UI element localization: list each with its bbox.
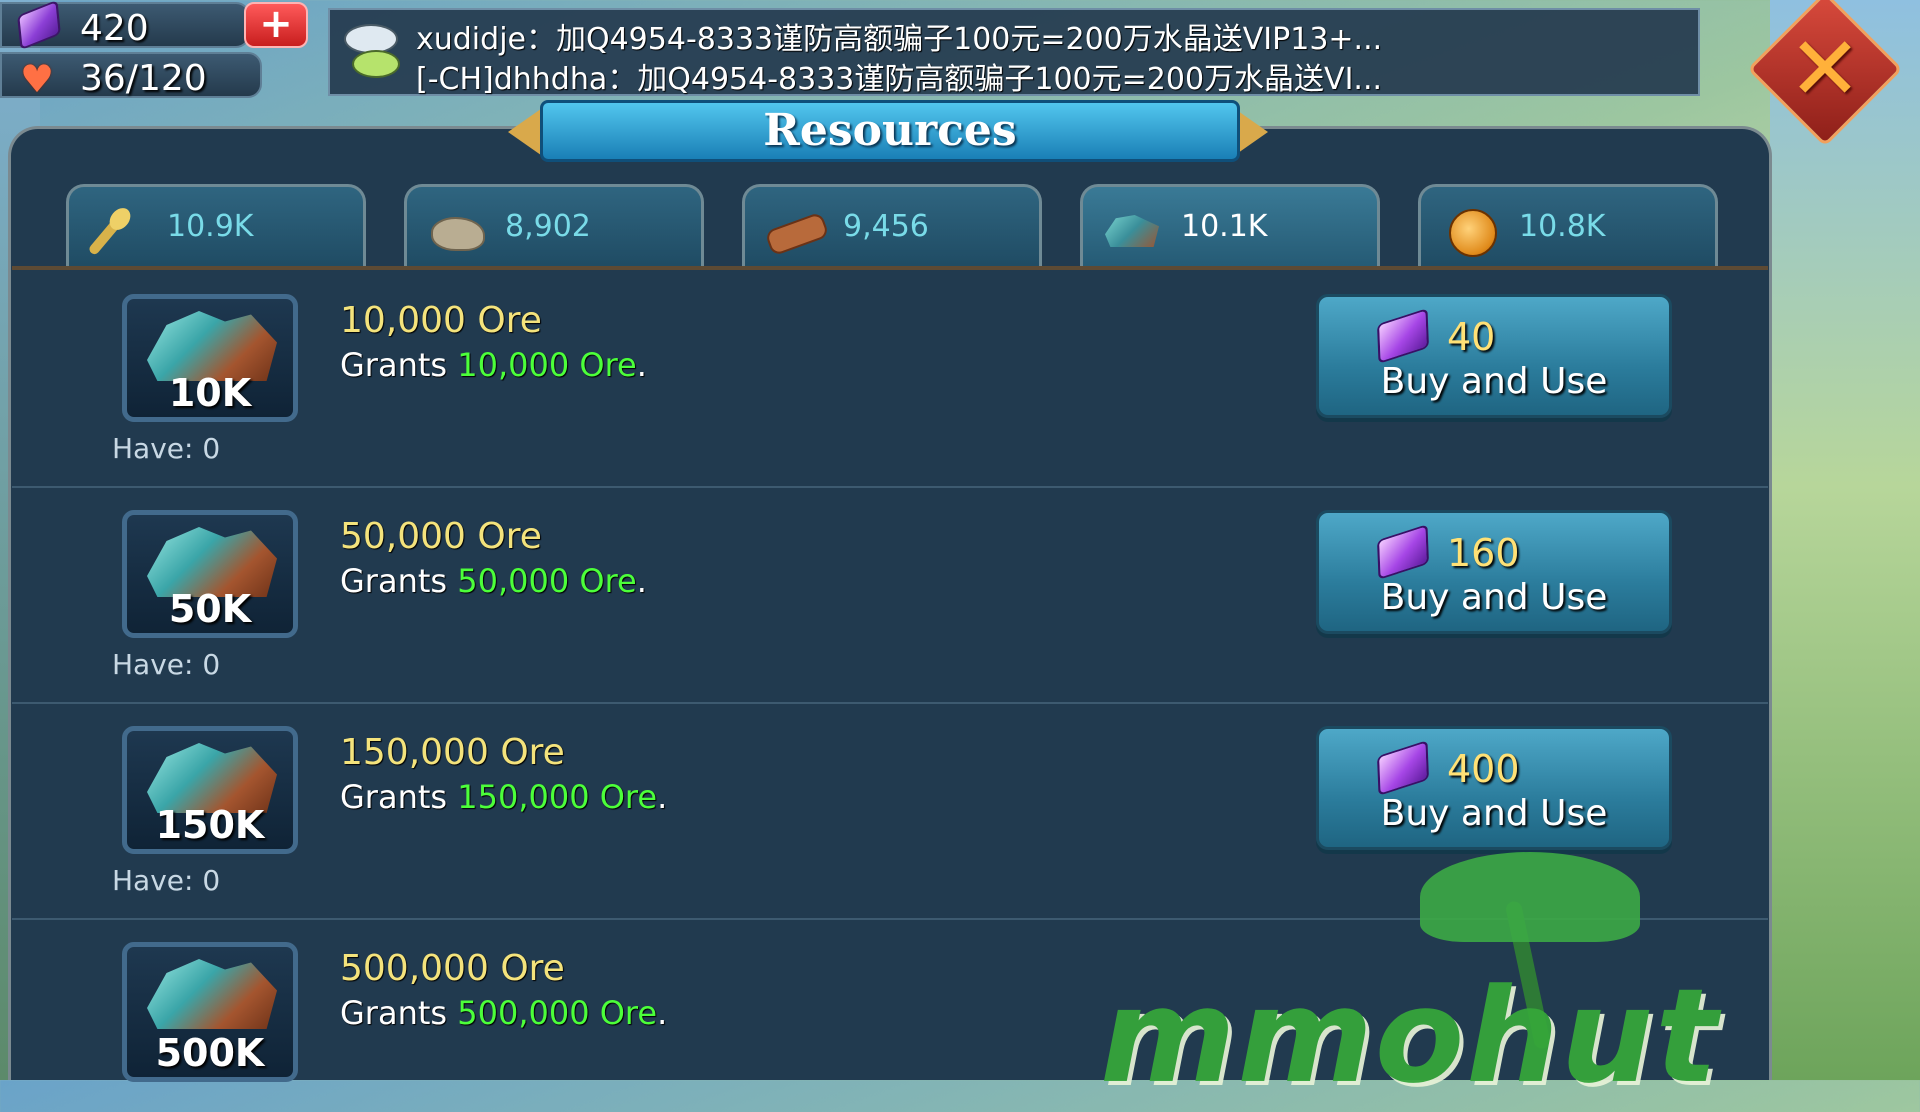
chat-bubble-icon [344, 24, 400, 84]
item-amount: 150K [155, 803, 265, 847]
energy-count: 36/120 [80, 58, 207, 99]
item-description: Grants 50,000 Ore. [340, 562, 647, 600]
ore-pack-icon: 10K [122, 294, 298, 422]
gem-cost: 160 [1447, 531, 1520, 575]
buy-and-use-button[interactable]: 160 Buy and Use [1316, 510, 1672, 634]
gem-count: 420 [80, 8, 149, 49]
close-icon[interactable]: ✕ [1770, 14, 1880, 124]
have-count: Have: 0 [112, 648, 221, 681]
gem-balance: 420 [0, 2, 250, 49]
resource-gold[interactable]: 10.8K [1418, 184, 1718, 268]
item-description: Grants 10,000 Ore. [340, 346, 647, 384]
gem-icon [1379, 742, 1427, 794]
ore-icon [1103, 203, 1159, 251]
have-count: Have: 0 [112, 432, 221, 465]
ore-pack-icon: 500K [122, 942, 298, 1082]
ore-pack-icon: 150K [122, 726, 298, 854]
heart-icon: ♥ [20, 57, 55, 101]
tab-divider [12, 266, 1768, 270]
background-right [1770, 0, 1920, 1080]
button-label: Buy and Use [1380, 361, 1608, 402]
item-amount: 500K [155, 1031, 265, 1075]
buy-and-use-button[interactable]: 400 Buy and Use [1316, 726, 1672, 850]
add-gems-button[interactable]: + [244, 2, 308, 48]
energy-balance: ♥ 36/120 [0, 52, 262, 101]
item-title: 500,000 Ore [340, 948, 565, 989]
button-label: Buy and Use [1380, 577, 1608, 618]
item-title: 50,000 Ore [340, 516, 542, 557]
gem-cost: 400 [1447, 747, 1520, 791]
list-item: 10K Have: 0 10,000 Ore Grants 10,000 Ore… [12, 272, 1768, 484]
resource-value: 10.8K [1519, 209, 1606, 244]
item-title: 10,000 Ore [340, 300, 542, 341]
resource-value: 8,902 [505, 209, 591, 244]
item-description: Grants 500,000 Ore. [340, 994, 668, 1032]
wood-log-icon [764, 203, 830, 257]
gem-icon [1379, 310, 1427, 362]
resource-stone[interactable]: 8,902 [404, 184, 704, 268]
gem-cost: 40 [1447, 315, 1496, 359]
palm-leaves-logo [1420, 852, 1640, 942]
ore-pack-icon: 50K [122, 510, 298, 638]
chat-message: [-CH]dhhdha：加Q4954-8333谨防高额骗子100元=200万水晶… [416, 62, 1383, 97]
have-count: Have: 0 [112, 864, 221, 897]
resource-value: 10.1K [1181, 209, 1268, 244]
item-amount: 10K [168, 371, 252, 415]
panel-title: Resources [763, 105, 1017, 156]
panel-title-banner: Resources [540, 100, 1240, 162]
button-label: Buy and Use [1380, 793, 1608, 834]
list-item: 50K Have: 0 50,000 Ore Grants 50,000 Ore… [12, 488, 1768, 700]
gem-icon [19, 2, 59, 48]
resource-value: 10.9K [167, 209, 254, 244]
wheat-icon [87, 203, 145, 257]
resource-lumber[interactable]: 9,456 [742, 184, 1042, 268]
watermark-logo: mmohut [1100, 960, 1720, 1112]
resource-ore[interactable]: 10.1K [1080, 184, 1380, 268]
item-amount: 50K [168, 587, 252, 631]
stone-icon [427, 203, 485, 251]
buy-and-use-button[interactable]: 40 Buy and Use [1316, 294, 1672, 418]
gem-icon [1379, 526, 1427, 578]
item-description: Grants 150,000 Ore. [340, 778, 668, 816]
resource-food[interactable]: 10.9K [66, 184, 366, 268]
gold-coin-icon [1441, 203, 1497, 257]
chat-ticker[interactable]: xudidje：加Q4954-8333谨防高额骗子100元=200万水晶送VIP… [328, 8, 1700, 97]
item-title: 150,000 Ore [340, 732, 565, 773]
resource-value: 9,456 [843, 209, 929, 244]
chat-message: xudidje：加Q4954-8333谨防高额骗子100元=200万水晶送VIP… [416, 22, 1383, 57]
